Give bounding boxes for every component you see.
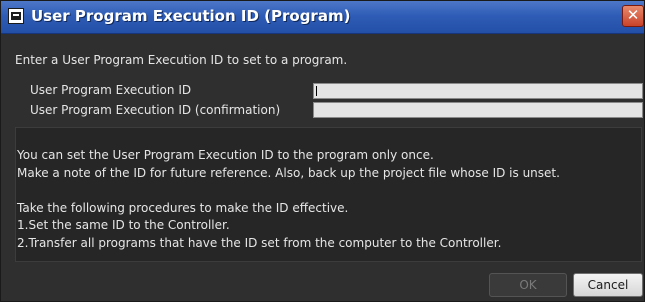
info-line: Take the following procedures to make th… (17, 201, 349, 215)
cancel-button[interactable]: Cancel (573, 273, 643, 297)
id-label: User Program Execution ID (30, 83, 192, 97)
info-line: 1.Set the same ID to the Controller. (17, 218, 230, 232)
app-window-icon (8, 8, 24, 24)
window-title: User Program Execution ID (Program) (31, 7, 351, 25)
info-line: Make a note of the ID for future referen… (17, 166, 560, 180)
title-bar: User Program Execution ID (Program) (1, 1, 644, 34)
confirm-id-label: User Program Execution ID (confirmation) (30, 103, 281, 117)
close-icon: ✕ (626, 6, 640, 24)
id-input[interactable] (313, 83, 643, 99)
dialog-window: User Program Execution ID (Program) ✕ En… (0, 0, 645, 302)
text-caret (316, 86, 317, 96)
instruction-text: Enter a User Program Execution ID to set… (15, 53, 348, 67)
ok-button[interactable]: OK (489, 273, 567, 297)
close-button[interactable]: ✕ (622, 5, 644, 27)
confirm-id-input[interactable] (313, 102, 643, 118)
info-line: 2.Transfer all programs that have the ID… (17, 236, 502, 250)
info-line: You can set the User Program Execution I… (17, 148, 434, 162)
